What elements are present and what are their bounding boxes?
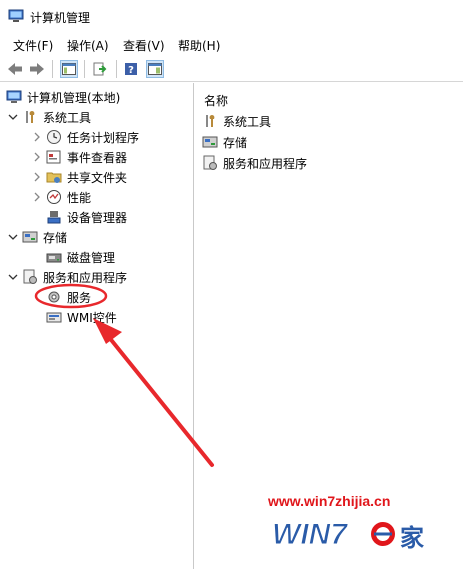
win7-logo: WIN7 家 (272, 518, 425, 553)
highlight-ellipse (34, 283, 108, 309)
computer-management-window: 计算机管理 文件(F) 操作(A) 查看(V) 帮助(H) ? 计算机管理(本地… (0, 0, 463, 569)
watermark-url: www.win7zhijia.cn (268, 493, 391, 509)
highlight-arrow-line (102, 329, 214, 467)
annotation-overlay (34, 283, 214, 467)
svg-text:WIN7: WIN7 (272, 518, 348, 551)
svg-text:家: 家 (400, 524, 424, 552)
highlight-arrow-head (93, 318, 122, 344)
